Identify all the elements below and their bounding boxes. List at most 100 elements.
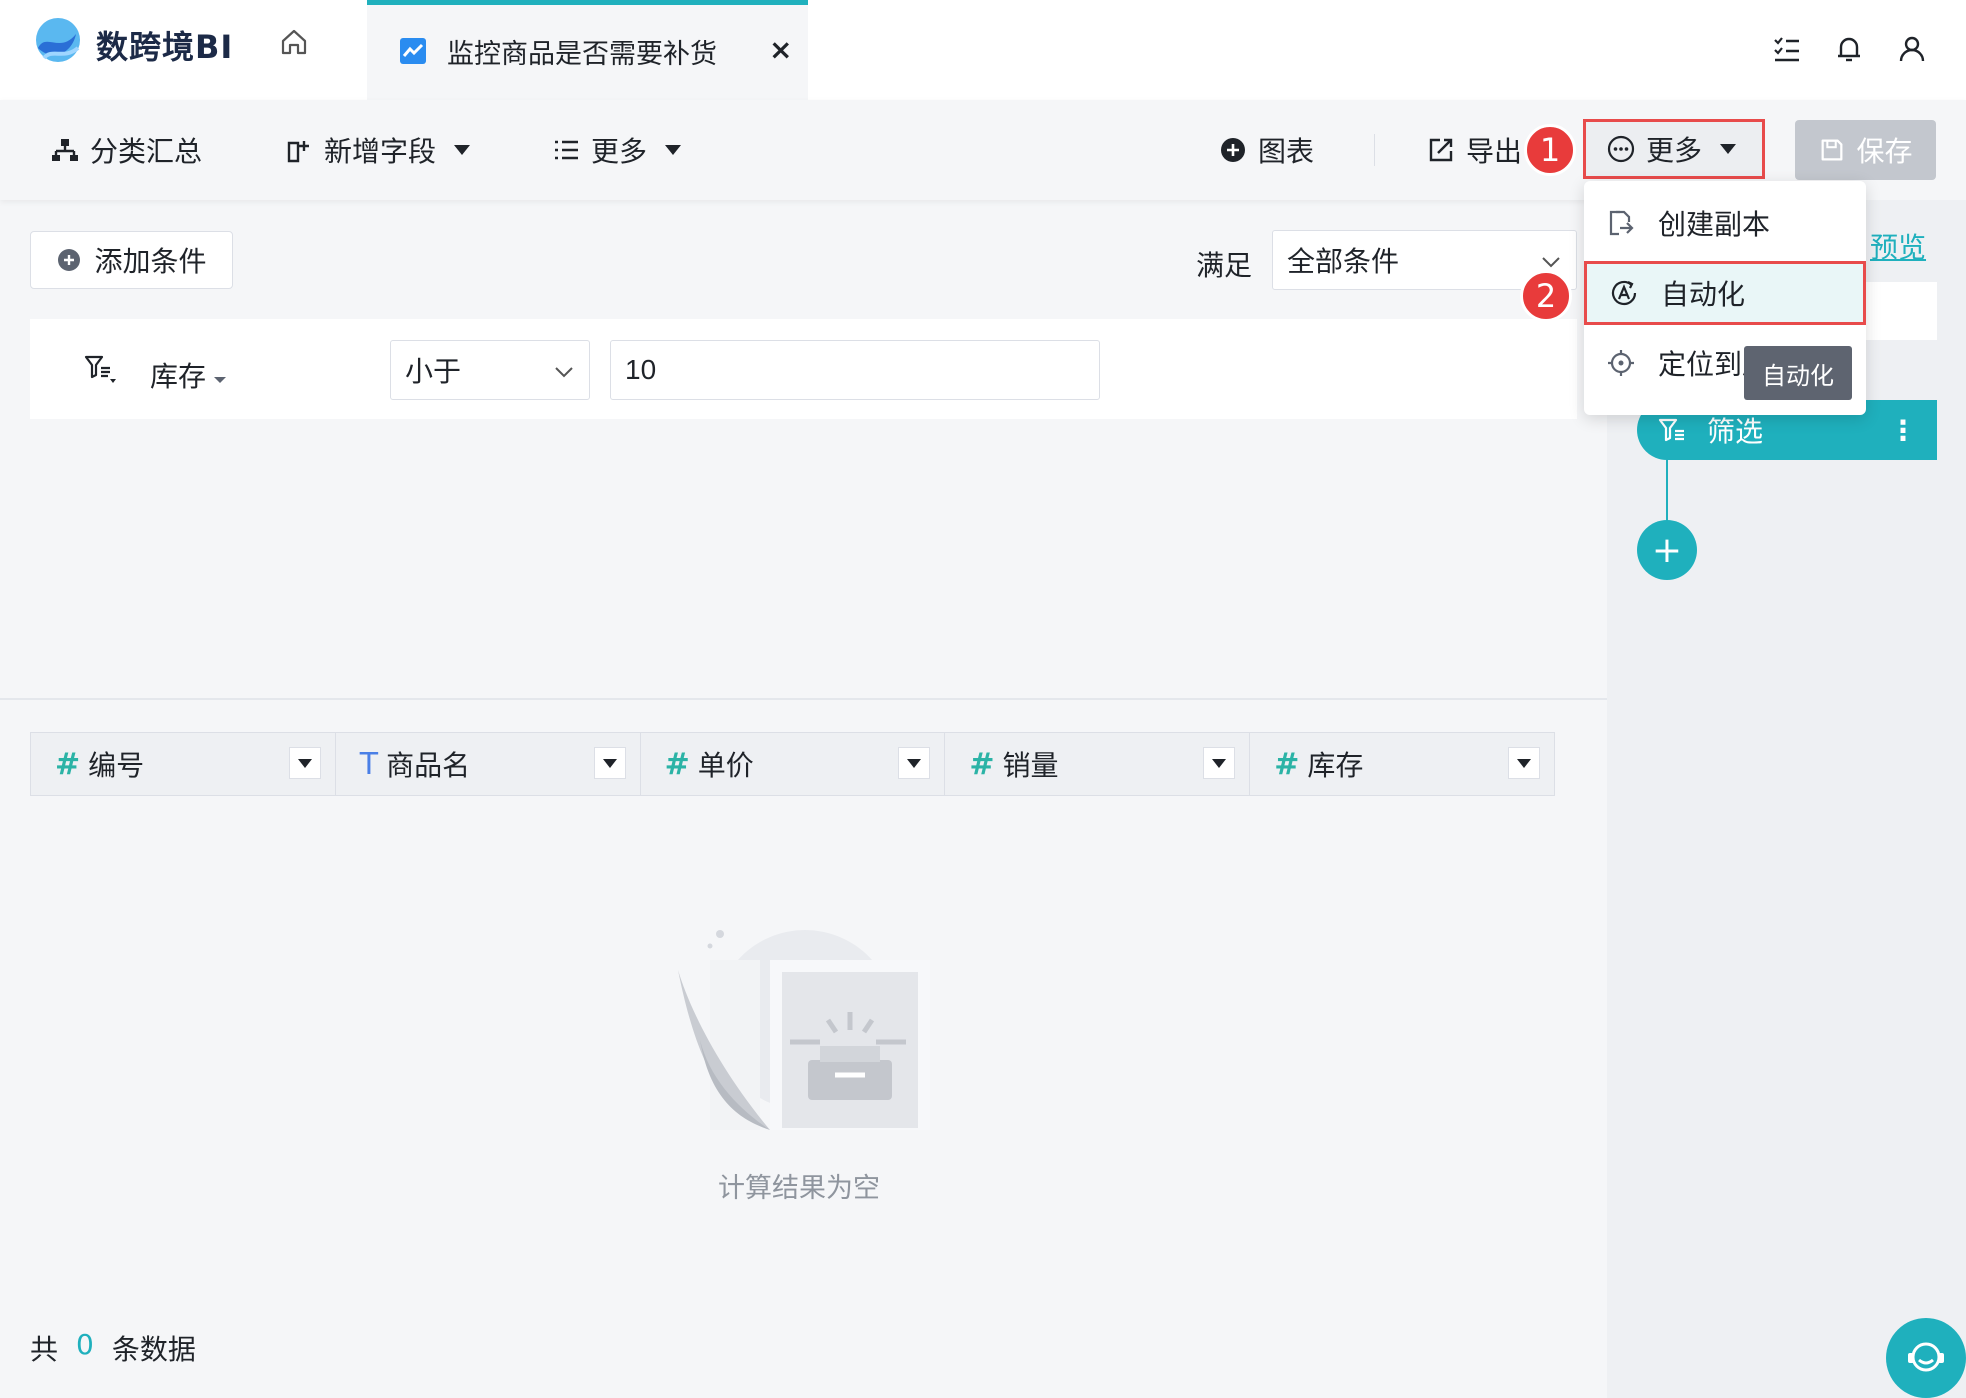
export-icon: [1429, 138, 1453, 162]
chat-icon: [1908, 1342, 1944, 1372]
filter-step-label: 筛选: [1707, 415, 1764, 448]
footer-suffix: 条数据: [111, 1333, 196, 1366]
menu-item-label: 创建副本: [1658, 208, 1771, 241]
group-summary-button[interactable]: 分类汇总: [50, 130, 202, 170]
caret-down-icon: [297, 758, 312, 768]
operator-value: 小于: [405, 355, 462, 388]
home-icon[interactable]: [278, 26, 310, 58]
kebab-menu-icon[interactable]: ⋮: [1889, 414, 1917, 447]
column-label: 销量: [1002, 749, 1059, 782]
locate-icon: [1608, 350, 1634, 376]
satisfy-label: 满足: [1196, 249, 1253, 282]
task-list-icon[interactable]: [1770, 32, 1804, 66]
toolbar-separator: [1374, 134, 1375, 166]
table-header: # 编号 T 商品名 # 单价 # 销量 # 库存: [30, 732, 1555, 796]
operator-select[interactable]: 小于: [390, 340, 590, 400]
column-menu-button[interactable]: [288, 747, 321, 779]
column-header-product-name[interactable]: T 商品名: [336, 733, 641, 795]
save-button[interactable]: 保存: [1795, 120, 1936, 180]
logo-icon: [30, 14, 86, 70]
satisfy-value: 全部条件: [1287, 245, 1400, 278]
more-right-label: 更多: [1646, 134, 1703, 167]
caret-down-icon: [907, 758, 922, 768]
ellipsis-circle-icon: [1607, 135, 1635, 163]
column-menu-button[interactable]: [898, 747, 931, 779]
text-type-icon: T: [359, 746, 379, 782]
chart-tab-icon: [399, 37, 427, 65]
caret-down-icon: [1212, 758, 1227, 768]
caret-down-icon: [665, 145, 682, 155]
value-input[interactable]: 10: [610, 340, 1100, 400]
add-field-button[interactable]: 新增字段: [284, 130, 471, 170]
section-divider: [0, 698, 1607, 700]
export-button[interactable]: 导出: [1426, 130, 1522, 170]
caret-down-icon: [454, 145, 471, 155]
list-icon: [555, 140, 578, 160]
caret-down-icon: [1516, 758, 1531, 768]
tab-close-icon[interactable]: ×: [769, 33, 792, 66]
column-menu-button[interactable]: [593, 747, 626, 779]
top-bar: 数跨境BI 监控商品是否需要补货 ×: [0, 0, 1966, 100]
condition-field-label: 库存: [150, 360, 207, 393]
column-label: 单价: [697, 749, 754, 782]
add-field-icon: [287, 141, 309, 163]
column-label: 库存: [1307, 749, 1364, 782]
value-text: 10: [625, 354, 657, 385]
automation-tooltip: 自动化: [1744, 346, 1852, 400]
plus-circle-icon: [1221, 138, 1245, 162]
column-header-price[interactable]: # 单价: [641, 733, 946, 795]
footer-prefix: 共: [30, 1333, 59, 1366]
column-header-stock[interactable]: # 库存: [1250, 733, 1554, 795]
save-icon: [1822, 139, 1843, 161]
empty-state-illustration: [670, 920, 940, 1140]
number-type-icon: #: [55, 746, 81, 782]
number-type-icon: #: [664, 746, 690, 782]
hierarchy-icon: [52, 139, 78, 161]
caret-down-icon: [602, 758, 617, 768]
row-count: 0: [76, 1328, 94, 1361]
user-icon[interactable]: [1895, 32, 1929, 66]
number-type-icon: #: [1274, 746, 1300, 782]
bell-icon[interactable]: [1832, 32, 1866, 66]
menu-item-automation[interactable]: 自动化: [1584, 261, 1866, 325]
column-menu-button[interactable]: [1203, 747, 1236, 779]
tab-active[interactable]: 监控商品是否需要补货 ×: [367, 0, 808, 100]
condition-field-select[interactable]: 库存: [150, 355, 228, 395]
column-header-sales[interactable]: # 销量: [945, 733, 1251, 795]
add-condition-label: 添加条件: [94, 245, 207, 278]
export-label: 导出: [1466, 135, 1523, 168]
caret-down-icon: [1720, 144, 1737, 154]
filter-condition-icon: [84, 353, 120, 387]
column-label: 编号: [88, 749, 145, 782]
column-label: 商品名: [386, 749, 471, 782]
customer-service-button[interactable]: [1886, 1318, 1966, 1398]
more-right-button[interactable]: 更多: [1583, 119, 1765, 179]
plus-circle-icon: [58, 249, 81, 271]
menu-item-label: 自动化: [1661, 278, 1746, 311]
condition-row: 库存 小于 10: [30, 319, 1577, 419]
column-header-id[interactable]: # 编号: [31, 733, 336, 795]
add-condition-button[interactable]: 添加条件: [30, 231, 233, 289]
chart-label: 图表: [1258, 135, 1315, 168]
more-left-label: 更多: [591, 135, 648, 168]
caret-down-icon: [214, 377, 227, 383]
empty-state-text: 计算结果为空: [718, 1173, 880, 1204]
add-field-label: 新增字段: [324, 135, 437, 168]
annotation-badge-2: 2: [1520, 270, 1572, 322]
group-summary-label: 分类汇总: [90, 135, 203, 168]
row-count-footer: 共 0 条数据: [30, 1328, 196, 1368]
preview-link[interactable]: 预览: [1870, 226, 1926, 266]
add-step-button[interactable]: +: [1637, 520, 1697, 580]
logo-text: 数跨境BI: [96, 28, 234, 66]
chart-button[interactable]: 图表: [1218, 130, 1314, 170]
column-menu-button[interactable]: [1507, 747, 1540, 779]
chevron-down-icon: [555, 367, 573, 378]
step-connector: [1666, 460, 1668, 522]
filter-icon: [1658, 418, 1684, 442]
menu-item-create-copy[interactable]: 创建副本: [1584, 191, 1866, 255]
more-left-button[interactable]: 更多: [551, 130, 682, 170]
copy-icon: [1609, 210, 1634, 236]
automation-icon: [1611, 280, 1637, 306]
annotation-badge-1: 1: [1524, 124, 1576, 176]
save-label: 保存: [1856, 135, 1913, 168]
